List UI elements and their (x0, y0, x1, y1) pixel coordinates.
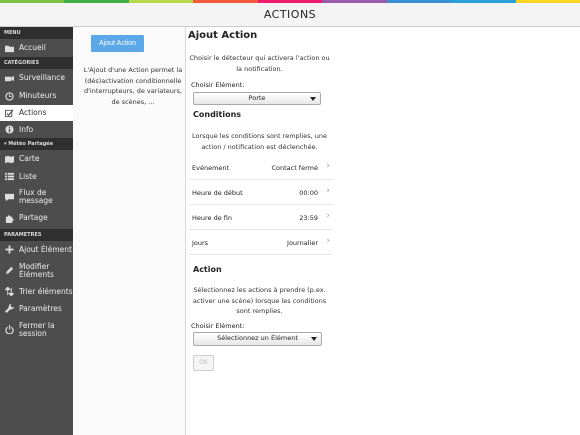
condition-row-evenement[interactable]: Evénement Contact fermé › (189, 155, 332, 180)
sidebar-item-fermer-session[interactable]: Fermer la session (0, 317, 73, 342)
sidebar-item-liste[interactable]: Liste (0, 168, 73, 185)
chevron-right-icon: › (326, 161, 330, 171)
sidebar-item-label: Minuteurs (19, 91, 57, 100)
main-title: Ajout Action (188, 30, 258, 41)
sidebar-item-modifier-elements[interactable]: Modifier Éléments (0, 258, 73, 283)
sidebar-item-ajout-element[interactable]: Ajout Élément (0, 241, 73, 258)
row-value: 00:00 (299, 189, 318, 197)
sidebar-item-info[interactable]: Info (0, 121, 73, 138)
conditions-text: Lorsque les conditions sont remplies, un… (191, 132, 328, 151)
wrench-icon (4, 304, 14, 314)
top-header: ACTIONS (0, 3, 580, 27)
section-meteo[interactable]: ▾ Météo Partagée (0, 138, 73, 150)
section-meteo-label: Météo Partagée (8, 141, 54, 147)
row-key: Jours (192, 239, 209, 247)
camera-icon (4, 73, 14, 83)
clock-icon (4, 91, 14, 101)
section-categories: CATÉGORIES (0, 57, 73, 69)
sidebar-item-carte[interactable]: Carte (0, 150, 73, 168)
section-menu: MENU (0, 27, 73, 39)
main-panel: Ajout Action Choisir le détecteur qui ac… (186, 27, 580, 435)
sidebar-item-trier-elements[interactable]: Trier éléments (0, 283, 73, 300)
speech-bubble-icon (4, 192, 14, 202)
chevron-right-icon: › (326, 211, 330, 221)
sidebar-item-label: Modifier Éléments (19, 261, 54, 279)
action-text: Sélectionnez les actions à prendre (p.ex… (192, 286, 327, 315)
row-key: Evénement (192, 164, 230, 172)
sidebar-item-label: Flux de message (19, 188, 53, 205)
sidebar-item-label: Trier éléments (19, 286, 73, 296)
plus-icon (4, 245, 14, 255)
conditions-title: Conditions (193, 110, 242, 119)
row-key: Heure de fin (192, 214, 233, 222)
element-select[interactable]: Porte (193, 92, 321, 105)
sidebar-item-label: Surveillance (19, 73, 65, 82)
sidebar-item-label: Accueil (19, 43, 46, 52)
checkbox-icon (4, 108, 14, 118)
page-title: ACTIONS (263, 8, 317, 21)
chevron-right-icon: › (326, 236, 330, 246)
sidebar-item-label: Paramètres (19, 303, 62, 313)
sort-arrows-icon (4, 287, 14, 297)
dropdown-arrow-icon (310, 97, 316, 101)
chevron-right-icon: › (326, 186, 330, 196)
map-icon (4, 154, 14, 164)
sidebar: MENU Accueil CATÉGORIES Surveillance Min… (0, 27, 73, 435)
condition-row-jours[interactable]: Jours Journalier › (189, 230, 332, 255)
pencil-icon (4, 266, 14, 276)
row-value: 23:59 (299, 214, 318, 222)
condition-row-heure-debut[interactable]: Heure de début 00:00 › (189, 180, 332, 205)
action-element-select-value: Sélectionnez un Élément (217, 334, 298, 342)
row-value: Journalier (287, 239, 318, 247)
sidebar-item-flux[interactable]: Flux de message (0, 185, 73, 209)
list-icon (4, 172, 14, 182)
element-select-value: Porte (248, 94, 266, 102)
puzzle-icon (4, 213, 14, 223)
info-panel: Ajout Action L'Ajout d'une Action permet… (73, 27, 186, 435)
sidebar-item-partage[interactable]: Partage (0, 209, 73, 227)
condition-row-heure-fin[interactable]: Heure de fin 23:59 › (189, 205, 332, 230)
sidebar-item-label: Partage (19, 213, 48, 222)
sidebar-item-label: Info (19, 124, 34, 134)
info-icon (4, 125, 14, 135)
power-icon (4, 325, 14, 335)
choose-element-label: Choisir Elément: (191, 81, 245, 89)
row-value: Contact fermé (271, 164, 318, 172)
intro-text: Choisir le détecteur qui activera l'acti… (189, 54, 330, 73)
sidebar-item-label: Ajout Élément (19, 244, 72, 254)
sidebar-item-parametres[interactable]: Paramètres (0, 300, 73, 317)
action-element-select[interactable]: Sélectionnez un Élément (193, 332, 322, 346)
row-key: Heure de début (192, 189, 243, 197)
info-description: L'Ajout d'une Action permet la (dés)acti… (83, 66, 183, 106)
ajout-action-button[interactable]: Ajout Action (91, 35, 144, 52)
choose-element-label-2: Choisir Elément: (191, 322, 245, 330)
dropdown-arrow-icon (311, 337, 317, 341)
sidebar-item-label: Fermer la session (19, 320, 55, 338)
sidebar-item-label: Actions (19, 108, 47, 117)
sidebar-item-label: Carte (19, 154, 40, 163)
folder-icon (4, 43, 14, 53)
ok-button[interactable]: OK (193, 355, 214, 371)
section-parametres: PARAMETRES (0, 229, 73, 241)
sidebar-item-label: Liste (19, 171, 37, 181)
sidebar-item-surveillance[interactable]: Surveillance (0, 69, 73, 87)
sidebar-item-actions[interactable]: Actions (0, 105, 73, 121)
action-title: Action (193, 265, 222, 274)
sidebar-item-accueil[interactable]: Accueil (0, 39, 73, 57)
sidebar-item-minuteurs[interactable]: Minuteurs (0, 87, 73, 105)
